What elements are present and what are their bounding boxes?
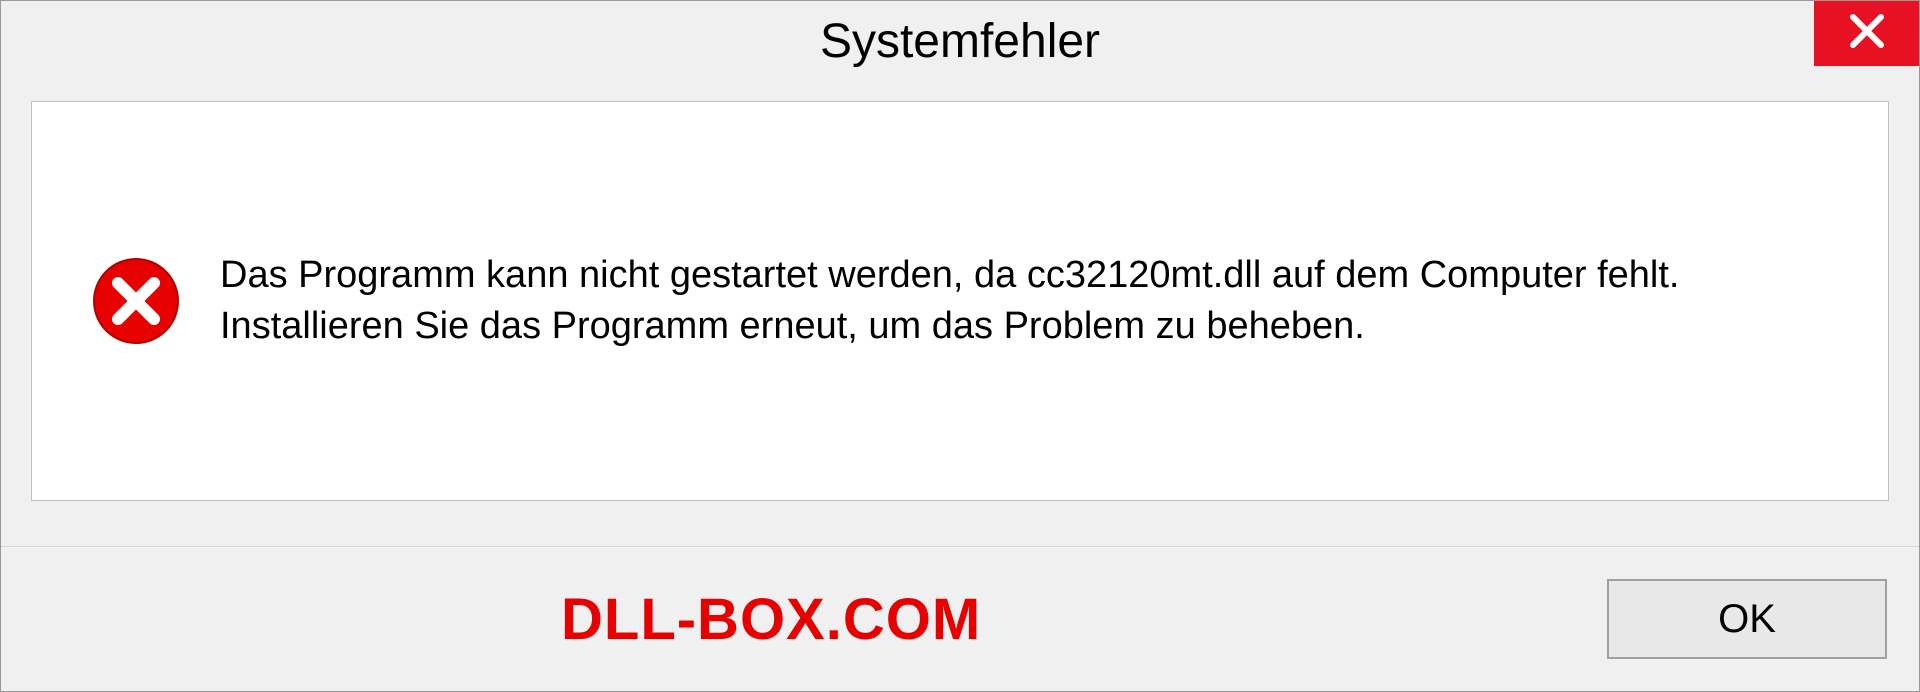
content-area: Das Programm kann nicht gestartet werden…: [31, 101, 1889, 501]
close-icon: [1847, 11, 1887, 56]
ok-button[interactable]: OK: [1607, 579, 1887, 659]
error-dialog: Systemfehler Das Programm kann nicht ges…: [0, 0, 1920, 692]
error-message: Das Programm kann nicht gestartet werden…: [220, 250, 1828, 353]
close-button[interactable]: [1814, 1, 1919, 66]
watermark-text: DLL-BOX.COM: [561, 586, 981, 653]
titlebar: Systemfehler: [1, 1, 1919, 81]
dialog-footer: DLL-BOX.COM OK: [1, 546, 1919, 691]
error-icon: [92, 257, 180, 345]
dialog-title: Systemfehler: [820, 14, 1100, 69]
